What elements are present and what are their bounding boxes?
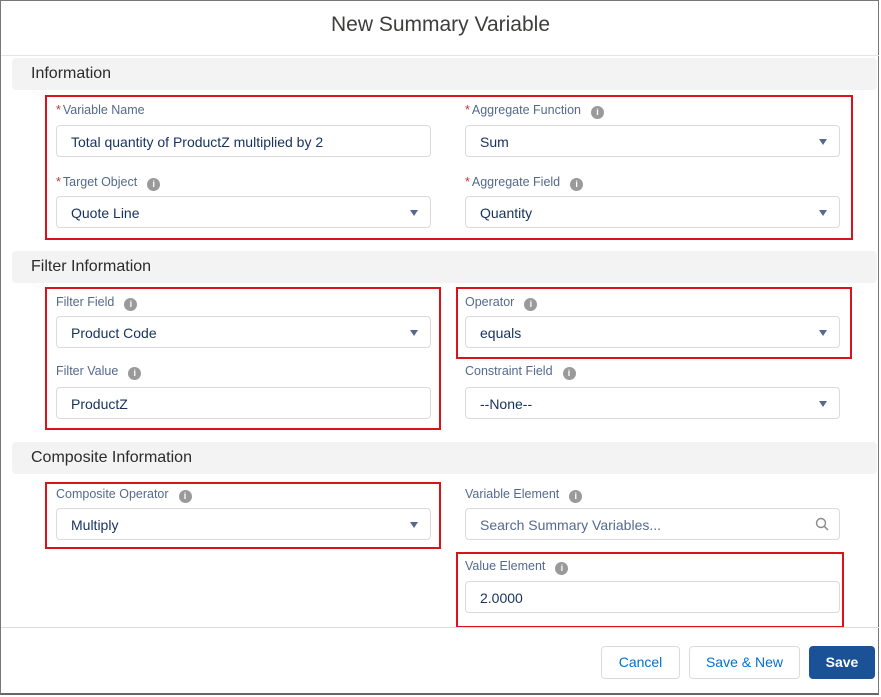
value-element-input[interactable]: 2.0000: [465, 581, 840, 613]
info-icon[interactable]: i: [524, 298, 538, 311]
info-icon[interactable]: i: [178, 490, 192, 503]
section-composite: Composite Information: [12, 442, 877, 474]
filter-field-label: Filter Field i: [56, 295, 138, 311]
constraint-field-label: Constraint Field i: [465, 364, 576, 380]
info-icon[interactable]: i: [590, 106, 604, 119]
chevron-down-icon: [819, 401, 827, 407]
info-icon[interactable]: i: [570, 178, 584, 191]
chevron-down-icon: [410, 522, 418, 528]
section-filter: Filter Information: [12, 251, 877, 283]
chevron-down-icon: [410, 210, 418, 216]
constraint-field-select[interactable]: --None--: [465, 387, 840, 419]
section-title: Filter Information: [31, 258, 152, 275]
operator-select[interactable]: equals: [465, 316, 840, 348]
section-title: Composite Information: [31, 449, 192, 466]
operator-label: Operator i: [465, 295, 538, 311]
target-object-select[interactable]: Quote Line: [56, 196, 431, 228]
value-element-label: Value Element i: [465, 559, 569, 575]
section-information: Information: [12, 58, 877, 90]
info-icon[interactable]: i: [569, 490, 583, 503]
cancel-button[interactable]: Cancel: [601, 646, 680, 679]
aggregate-field-label: * Aggregate Field i: [465, 175, 584, 191]
save-button[interactable]: Save: [809, 646, 875, 679]
info-icon[interactable]: i: [555, 562, 569, 575]
filter-field-select[interactable]: Product Code: [56, 316, 431, 348]
info-icon[interactable]: i: [562, 367, 576, 380]
aggregate-function-select[interactable]: Sum: [465, 125, 840, 157]
save-and-new-button[interactable]: Save & New: [689, 646, 800, 679]
info-icon[interactable]: i: [147, 178, 161, 191]
info-icon[interactable]: i: [124, 298, 138, 311]
divider: [1, 55, 879, 56]
variable-name-input[interactable]: Total quantity of ProductZ multiplied by…: [56, 125, 431, 157]
target-object-label: * Target Object i: [56, 175, 161, 191]
dialog-title: New Summary Variable: [330, 13, 550, 36]
variable-element-label: Variable Element i: [465, 487, 583, 503]
chevron-down-icon: [410, 330, 418, 336]
variable-name-label: * Variable Name: [56, 103, 145, 117]
aggregate-field-select[interactable]: Quantity: [465, 196, 840, 228]
filter-value-input[interactable]: ProductZ: [56, 387, 431, 419]
composite-operator-label: Composite Operator i: [56, 487, 192, 503]
info-icon[interactable]: i: [128, 367, 142, 380]
filter-value-label: Filter Value i: [56, 364, 142, 380]
divider: [1, 627, 879, 628]
composite-operator-select[interactable]: Multiply: [56, 508, 431, 540]
chevron-down-icon: [819, 139, 827, 145]
chevron-down-icon: [819, 330, 827, 336]
search-icon[interactable]: [815, 517, 829, 531]
variable-element-search[interactable]: Search Summary Variables...: [465, 508, 840, 540]
chevron-down-icon: [819, 210, 827, 216]
section-title: Information: [31, 65, 112, 82]
aggregate-function-label: * Aggregate Function i: [465, 103, 604, 119]
